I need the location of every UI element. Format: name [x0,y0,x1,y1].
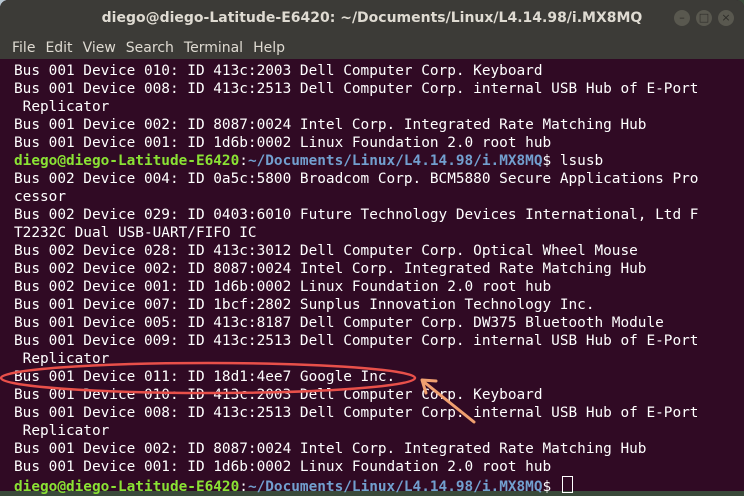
output-line: Replicator [14,99,110,115]
menu-edit[interactable]: Edit [45,40,72,56]
prompt-path: ~/Documents/Linux/L4.14.98/i.MX8MQ [247,479,543,495]
prompt-path: ~/Documents/Linux/L4.14.98/i.MX8MQ [247,153,543,169]
window-controls: – □ × [674,10,734,26]
prompt-user: diego@diego-Latitude-E6420 [14,479,240,495]
maximize-button[interactable]: □ [696,10,712,26]
menu-help[interactable]: Help [253,40,285,56]
command-text: lsusb [559,153,604,169]
output-line: Bus 001 Device 010: ID 413c:2003 Dell Co… [14,63,543,79]
menu-terminal[interactable]: Terminal [184,40,243,56]
title-bar[interactable]: diego@diego-Latitude-E6420: ~/Documents/… [0,0,744,37]
output-line: Replicator [14,351,110,367]
menu-view[interactable]: View [83,40,116,56]
menu-search[interactable]: Search [126,40,174,56]
menu-bar: File Edit View Search Terminal Help [0,37,744,59]
output-line: Bus 002 Device 002: ID 8087:0024 Intel C… [14,261,647,277]
output-line: Bus 001 Device 001: ID 1d6b:0002 Linux F… [14,135,552,151]
prompt-line: diego@diego-Latitude-E6420:~/Documents/L… [14,152,744,170]
output-line: T2232C Dual USB-UART/FIFO IC [14,225,257,241]
output-line: Bus 002 Device 001: ID 1d6b:0002 Linux F… [14,279,552,295]
output-line: Bus 002 Device 028: ID 413c:3012 Dell Co… [14,243,638,259]
output-line: Bus 001 Device 008: ID 413c:2513 Dell Co… [14,81,699,97]
prompt-symbol: $ [542,153,560,169]
prompt-line: diego@diego-Latitude-E6420:~/Documents/L… [14,476,744,495]
menu-file[interactable]: File [12,40,35,56]
output-line: Bus 001 Device 002: ID 8087:0024 Intel C… [14,117,647,133]
prompt-separator: : [239,479,248,495]
prompt-separator: : [239,153,248,169]
output-line: Bus 001 Device 001: ID 1d6b:0002 Linux F… [14,459,552,475]
output-line: Bus 001 Device 010: ID 413c:2003 Dell Co… [14,387,543,403]
output-line: Bus 002 Device 004: ID 0a5c:5800 Broadco… [14,171,699,187]
window-title: diego@diego-Latitude-E6420: ~/Documents/… [101,10,643,26]
output-line: Bus 002 Device 029: ID 0403:6010 Future … [14,207,699,223]
minimize-button[interactable]: – [674,10,690,26]
output-line: Bus 001 Device 007: ID 1bcf:2802 Sunplus… [14,297,595,313]
output-line: Replicator [14,423,110,439]
text-cursor [561,476,573,493]
close-button[interactable]: × [718,10,734,26]
terminal-output[interactable]: Bus 001 Device 010: ID 413c:2003 Dell Co… [14,62,744,495]
output-line: Bus 001 Device 009: ID 413c:2513 Dell Co… [14,333,699,349]
prompt-symbol: $ [542,479,560,495]
output-line: Bus 001 Device 002: ID 8087:0024 Intel C… [14,441,647,457]
output-line: Bus 001 Device 008: ID 413c:2513 Dell Co… [14,405,699,421]
output-line: cessor [14,189,66,205]
output-line: Bus 001 Device 011: ID 18d1:4ee7 Google … [14,369,396,385]
prompt-user: diego@diego-Latitude-E6420 [14,153,240,169]
output-line: Bus 001 Device 005: ID 413c:8187 Dell Co… [14,315,664,331]
